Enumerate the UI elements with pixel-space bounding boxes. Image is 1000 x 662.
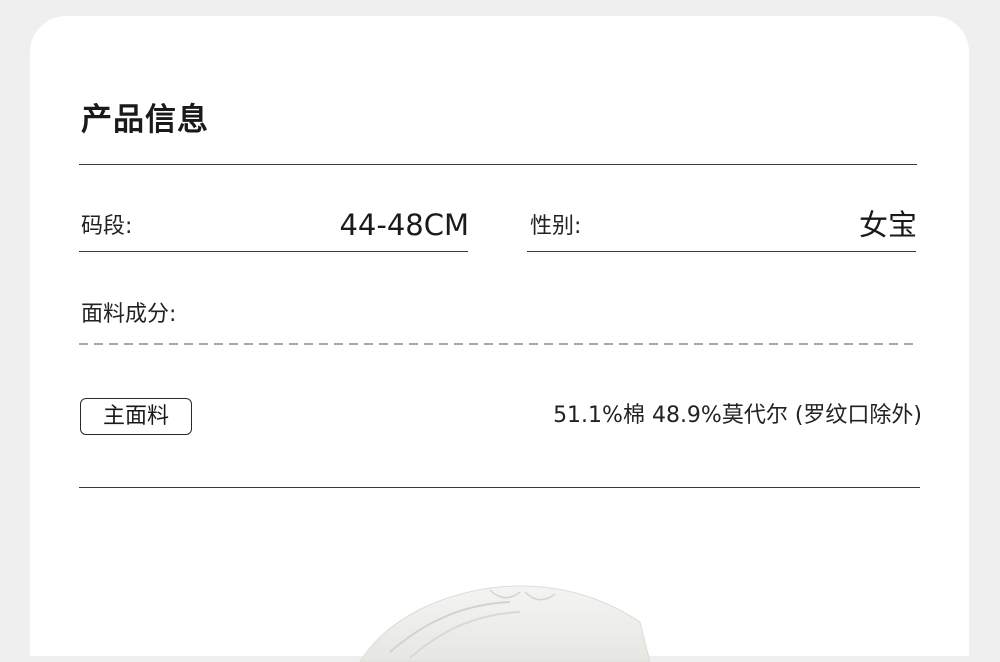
- fabric-label: 面料成分:: [81, 302, 177, 327]
- size-divider: [79, 251, 468, 252]
- gender-divider: [527, 251, 916, 252]
- product-image: [359, 585, 650, 662]
- size-label: 码段:: [81, 214, 133, 239]
- size-value: 44-48CM: [339, 208, 469, 242]
- bottom-divider: [79, 487, 920, 488]
- gender-label: 性别:: [530, 214, 582, 239]
- gender-value: 女宝: [858, 208, 917, 242]
- dashed-divider: [79, 343, 919, 345]
- fabric-composition: 51.1%棉 48.9%莫代尔 (罗纹口除外): [553, 403, 922, 428]
- section-title: 产品信息: [81, 102, 209, 138]
- title-divider: [79, 164, 917, 165]
- main-fabric-tag: 主面料: [80, 398, 192, 435]
